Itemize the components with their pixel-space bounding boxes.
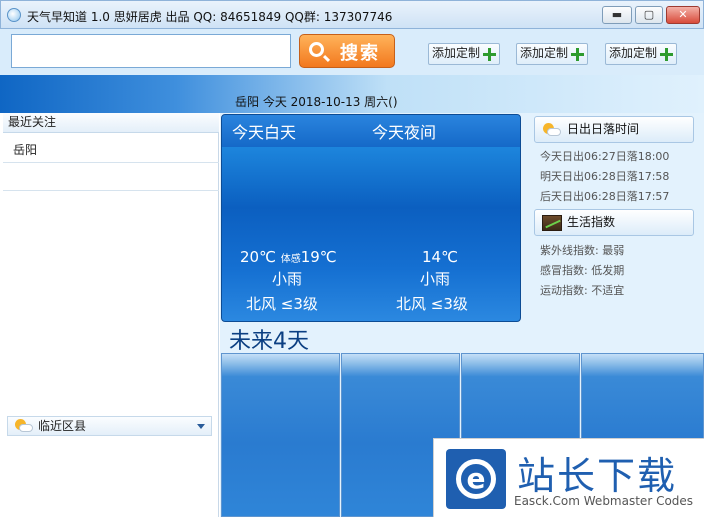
app-icon [7,8,21,22]
day-wind: 北风 ≤3级 [246,295,318,313]
watermark: e 站长下载 Easck.Com Webmaster Codes [433,438,704,517]
add-custom-button-1[interactable]: 添加定制 [428,43,500,65]
search-icon [309,42,324,57]
search-input[interactable] [11,34,291,68]
recent-header: 最近关注 [3,113,219,133]
sunrise-sunset-title: 日出日落时间 [567,122,640,136]
night-temperature: 14℃ [422,248,458,266]
nearby-counties-dropdown[interactable]: 临近区县 [7,416,212,436]
add-custom-label: 添加定制 [520,46,569,60]
chevron-down-icon [197,424,205,429]
day-temp-value: 20℃ [240,248,276,266]
night-condition: 小雨 [420,270,451,288]
add-custom-button-3[interactable]: 添加定制 [605,43,677,65]
day-temperature: 20℃ 体感19℃ [240,248,337,266]
life-index-title: 生活指数 [567,215,616,229]
uv-index: 紫外线指数: 最弱 [540,244,625,257]
add-custom-button-2[interactable]: 添加定制 [516,43,588,65]
location-banner: 岳阳 今天 2018-10-13 周六() [0,75,704,113]
sunrise-sunset-header: 日出日落时间 [534,116,694,143]
today-weather-card: 今天白天 今天夜间 20℃ 体感19℃ 小雨 北风 ≤3级 14℃ 小雨 北风 … [221,114,521,322]
location-date-text: 岳阳 今天 2018-10-13 周六() [235,95,398,109]
sun-cloud-icon [15,419,33,433]
site-logo-icon: e [446,449,506,509]
forecast-day-card [221,353,340,517]
feel-temp-value: 19℃ [300,248,337,266]
sun-line-after-tomorrow: 后天日出06:28日落17:57 [540,190,670,203]
favorite-empty-row [3,163,219,191]
plus-icon [571,48,584,61]
plus-icon [660,48,673,61]
today-night-label: 今天夜间 [372,123,437,142]
nearby-counties-label: 临近区县 [38,419,87,433]
search-button-label: 搜索 [340,43,380,64]
favorite-city-item[interactable]: 岳阳 [3,138,219,163]
watermark-title: 站长下载 [517,454,678,498]
close-button[interactable]: ✕ [666,6,700,24]
future-days-title: 未来4天 [229,329,309,354]
plus-icon [483,48,496,61]
minimize-button[interactable]: ▬ [602,6,632,24]
day-condition: 小雨 [272,270,303,288]
feel-label: 体感 [280,254,301,265]
night-wind: 北风 ≤3级 [396,295,468,313]
sidebar: 最近关注 岳阳 临近区县 [3,113,219,517]
chart-icon [542,215,562,231]
sun-cloud-icon [543,123,561,137]
watermark-subtitle: Easck.Com Webmaster Codes [514,494,694,508]
sport-index: 运动指数: 不适宜 [540,284,625,297]
add-custom-label: 添加定制 [609,46,658,60]
maximize-button[interactable]: ▢ [635,6,663,24]
toolbar: 搜索 添加定制 添加定制 添加定制 [0,29,704,75]
info-panel: 日出日落时间 今天日出06:27日落18:00 明天日出06:28日落17:58… [530,114,704,314]
add-custom-label: 添加定制 [432,46,481,60]
logo-letter: e [466,462,486,495]
today-day-label: 今天白天 [232,123,297,142]
title-bar: 天气早知道 1.0 思妍居虎 出品 QQ: 84651849 QQ群: 1373… [0,0,704,29]
cold-index: 感冒指数: 低发期 [540,264,625,277]
life-index-header: 生活指数 [534,209,694,236]
search-button[interactable]: 搜索 [299,34,395,68]
sun-line-today: 今天日出06:27日落18:00 [540,150,670,163]
window-title: 天气早知道 1.0 思妍居虎 出品 QQ: 84651849 QQ群: 1373… [27,10,393,24]
sun-line-tomorrow: 明天日出06:28日落17:58 [540,170,670,183]
